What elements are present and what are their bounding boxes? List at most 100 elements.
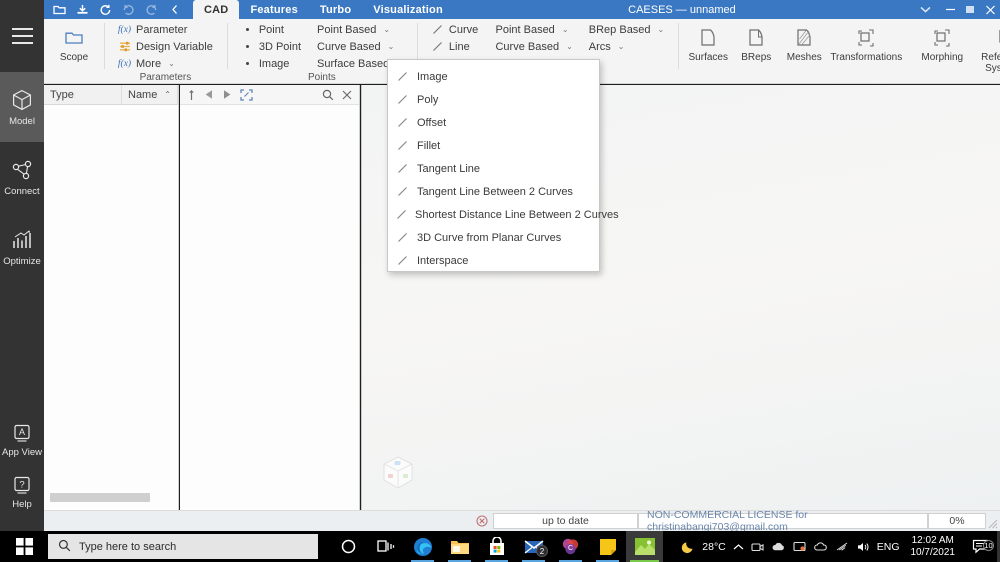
scope-button[interactable]: Scope (50, 21, 98, 69)
mail-icon[interactable]: 2 (515, 531, 552, 562)
tree-column-name[interactable]: Name ⌃ (122, 85, 178, 104)
menu-item-image[interactable]: Image (388, 65, 599, 88)
line-icon (396, 232, 409, 243)
camera-icon[interactable] (751, 541, 764, 553)
morphing-button[interactable]: Morphing (904, 21, 980, 74)
reference-systems-button[interactable]: Reference Systems (980, 21, 1000, 74)
menu-item-label: Tangent Line Between 2 Curves (417, 185, 573, 198)
language-indicator[interactable]: ENG (877, 541, 900, 553)
surface-icon (699, 25, 717, 49)
clock[interactable]: 12:02 AM 10/7/2021 (907, 535, 960, 559)
chevron-down-icon[interactable] (910, 0, 940, 19)
slider-icon (118, 41, 131, 52)
onedrive-icon[interactable] (813, 541, 828, 552)
sort-ascending-icon[interactable]: ⌃ (164, 90, 171, 99)
undo-icon[interactable] (117, 0, 140, 19)
menu-item-tangent-line[interactable]: Tangent Line (388, 157, 599, 180)
points-point-based-item[interactable]: Point Based ⌄ (313, 21, 407, 38)
collapse-icon[interactable] (163, 0, 186, 19)
curves-curve-based-item[interactable]: Curve Based ⌄ (491, 38, 576, 55)
3d-point-item[interactable]: 3D Point (237, 38, 305, 55)
sticky-notes-icon[interactable] (589, 531, 626, 562)
parameter-item[interactable]: f(x) Parameter (114, 21, 217, 38)
file-explorer-icon[interactable] (441, 531, 478, 562)
cloud-icon[interactable] (771, 541, 786, 552)
error-icon[interactable] (471, 511, 493, 531)
volume-icon[interactable] (856, 541, 870, 553)
search-icon[interactable] (322, 89, 334, 101)
weather-widget[interactable]: 28°C (681, 539, 726, 554)
design-variable-item[interactable]: Design Variable (114, 38, 217, 55)
sidebar-item-label: Optimize (3, 255, 41, 267)
task-view-icon[interactable] (367, 531, 404, 562)
line-item[interactable]: Line (427, 38, 484, 55)
menu-item-tangent-line-between-2-curves[interactable]: Tangent Line Between 2 Curves (388, 180, 599, 203)
sidebar-item-model[interactable]: Model (0, 72, 44, 142)
minimize-button[interactable] (940, 0, 960, 19)
forward-icon[interactable] (222, 89, 232, 100)
maximize-button[interactable] (960, 0, 980, 19)
tab-cad[interactable]: CAD (193, 0, 240, 19)
point-image-item[interactable]: Image (237, 55, 305, 72)
resize-grip[interactable] (986, 511, 1000, 531)
tab-visualization[interactable]: Visualization (362, 0, 454, 19)
sidebar-item-connect[interactable]: Connect (0, 142, 44, 212)
search-placeholder: Type here to search (79, 540, 177, 553)
line-icon (396, 255, 409, 266)
edge-icon[interactable] (404, 531, 441, 562)
display-icon[interactable] (793, 541, 806, 553)
menu-item-3d-curve-from-planar-curves[interactable]: 3D Curve from Planar Curves (388, 226, 599, 249)
back-icon[interactable] (204, 89, 214, 100)
curve-item[interactable]: Curve (427, 21, 484, 38)
canva-icon[interactable]: C (552, 531, 589, 562)
points-curve-based-item[interactable]: Curve Based ⌄ (313, 38, 407, 55)
cube-icon (10, 88, 34, 112)
sidebar-item-optimize[interactable]: Optimize (0, 212, 44, 282)
sidebar-item-help[interactable]: ? Help (0, 467, 44, 519)
object-panel (180, 85, 360, 510)
menu-item-offset[interactable]: Offset (388, 111, 599, 134)
nodes-icon (10, 158, 34, 182)
tree-body[interactable] (44, 105, 178, 490)
microsoft-store-icon[interactable] (478, 531, 515, 562)
curves-point-based-item[interactable]: Point Based ⌄ (491, 21, 576, 38)
breps-button[interactable]: BReps (732, 21, 780, 74)
transformations-button[interactable]: Transformations (828, 21, 904, 74)
tree-horizontal-scrollbar[interactable] (50, 493, 150, 502)
navigation-cube[interactable] (374, 450, 422, 498)
start-button[interactable] (0, 531, 48, 562)
close-button[interactable] (980, 0, 1000, 19)
curves-brep-based-item[interactable]: BRep Based ⌄ (585, 21, 668, 38)
expand-icon[interactable] (240, 88, 253, 101)
redo-icon[interactable] (140, 0, 163, 19)
wifi-icon[interactable] (835, 541, 849, 552)
reference-systems-label: Reference Systems (981, 52, 1000, 74)
tab-turbo[interactable]: Turbo (309, 0, 362, 19)
chevron-up-icon[interactable] (733, 543, 744, 551)
search-input[interactable]: Type here to search (48, 534, 318, 559)
meshes-button[interactable]: Meshes (780, 21, 828, 74)
menu-item-label: Shortest Distance Line Between 2 Curves (415, 208, 619, 221)
more-parameters-item[interactable]: f(x) More ⌄ (114, 55, 217, 72)
menu-item-poly[interactable]: Poly (388, 88, 599, 111)
move-up-icon[interactable] (187, 89, 196, 101)
surfaces-button[interactable]: Surfaces (684, 21, 732, 74)
save-icon[interactable] (71, 0, 94, 19)
menu-icon[interactable] (0, 0, 44, 72)
open-icon[interactable] (48, 0, 71, 19)
curves-brep-based-label: BRep Based (588, 23, 651, 36)
caeses-icon[interactable] (626, 531, 663, 562)
history-icon[interactable] (94, 0, 117, 19)
reference-systems-icon (995, 25, 1000, 49)
curves-arcs-item[interactable]: Arcs ⌄ (585, 38, 668, 55)
menu-item-shortest-distance-line-between-2-curves[interactable]: Shortest Distance Line Between 2 Curves (388, 203, 619, 226)
menu-item-fillet[interactable]: Fillet (388, 134, 599, 157)
sidebar-item-app-view[interactable]: A App View (0, 415, 44, 467)
close-icon[interactable] (342, 90, 352, 100)
tree-column-type[interactable]: Type (44, 85, 122, 104)
menu-item-interspace[interactable]: Interspace (388, 249, 599, 272)
point-item[interactable]: Point (237, 21, 305, 38)
tab-features[interactable]: Features (239, 0, 308, 19)
notification-center-icon[interactable]: 10 (966, 539, 994, 554)
cortana-icon[interactable] (330, 531, 367, 562)
